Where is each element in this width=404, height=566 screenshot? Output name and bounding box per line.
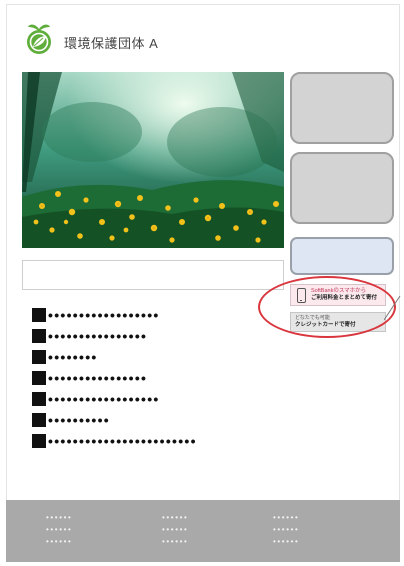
square-bullet-icon bbox=[32, 412, 46, 427]
search-input[interactable] bbox=[22, 260, 284, 290]
hero-image bbox=[22, 72, 284, 248]
footer-column-3: •••••• •••••• •••••• bbox=[273, 514, 299, 546]
list-item[interactable]: •••••••••• bbox=[32, 409, 197, 430]
content-list: •••••••••••••••••• •••••••••••••••• ••••… bbox=[32, 304, 197, 451]
footer-link[interactable]: •••••• bbox=[273, 514, 299, 522]
highlight-ellipse bbox=[258, 276, 396, 338]
square-bullet-icon bbox=[32, 433, 46, 448]
footer-link[interactable]: •••••• bbox=[273, 526, 299, 534]
footer-column-2: •••••• •••••• •••••• bbox=[162, 514, 188, 546]
leaf-logo-icon[interactable] bbox=[22, 22, 56, 56]
org-name[interactable]: 環境保護団体 A bbox=[64, 33, 158, 52]
side-banner-2[interactable] bbox=[290, 152, 394, 224]
footer-link[interactable]: •••••• bbox=[46, 538, 72, 546]
list-item-text: •••••••• bbox=[48, 348, 98, 365]
footer-column-1: •••••• •••••• •••••• bbox=[46, 514, 72, 546]
side-banner-1[interactable] bbox=[290, 72, 394, 144]
footer-link[interactable]: •••••• bbox=[162, 538, 188, 546]
list-item-text: •••••••••••••••••••••••• bbox=[48, 432, 197, 449]
square-bullet-icon bbox=[32, 391, 46, 406]
site-header: 環境保護団体 A bbox=[22, 20, 158, 58]
footer-link[interactable]: •••••• bbox=[162, 526, 188, 534]
list-item[interactable]: •••••••••••••••••••••••• bbox=[32, 430, 197, 451]
square-bullet-icon bbox=[32, 349, 46, 364]
list-item-text: •••••••••••••••••• bbox=[48, 390, 160, 407]
list-item-text: •••••••••••••••••• bbox=[48, 306, 160, 323]
list-item-text: •••••••••••••••• bbox=[48, 327, 148, 344]
square-bullet-icon bbox=[32, 307, 46, 322]
list-item[interactable]: •••••••••••••••••• bbox=[32, 388, 197, 409]
footer-link[interactable]: •••••• bbox=[46, 514, 72, 522]
footer-link[interactable]: •••••• bbox=[46, 526, 72, 534]
footer-link[interactable]: •••••• bbox=[273, 538, 299, 546]
footer-link[interactable]: •••••• bbox=[162, 514, 188, 522]
site-footer: •••••• •••••• •••••• •••••• •••••• •••••… bbox=[6, 500, 400, 562]
list-item[interactable]: •••••••••••••••• bbox=[32, 325, 197, 346]
side-banner-3[interactable] bbox=[290, 237, 394, 275]
square-bullet-icon bbox=[32, 328, 46, 343]
list-item[interactable]: •••••••••••••••• bbox=[32, 367, 197, 388]
list-item[interactable]: •••••••••••••••••• bbox=[32, 304, 197, 325]
list-item[interactable]: •••••••• bbox=[32, 346, 197, 367]
list-item-text: •••••••••••••••• bbox=[48, 369, 148, 386]
list-item-text: •••••••••• bbox=[48, 411, 111, 428]
square-bullet-icon bbox=[32, 370, 46, 385]
callout-pointer bbox=[384, 295, 401, 321]
